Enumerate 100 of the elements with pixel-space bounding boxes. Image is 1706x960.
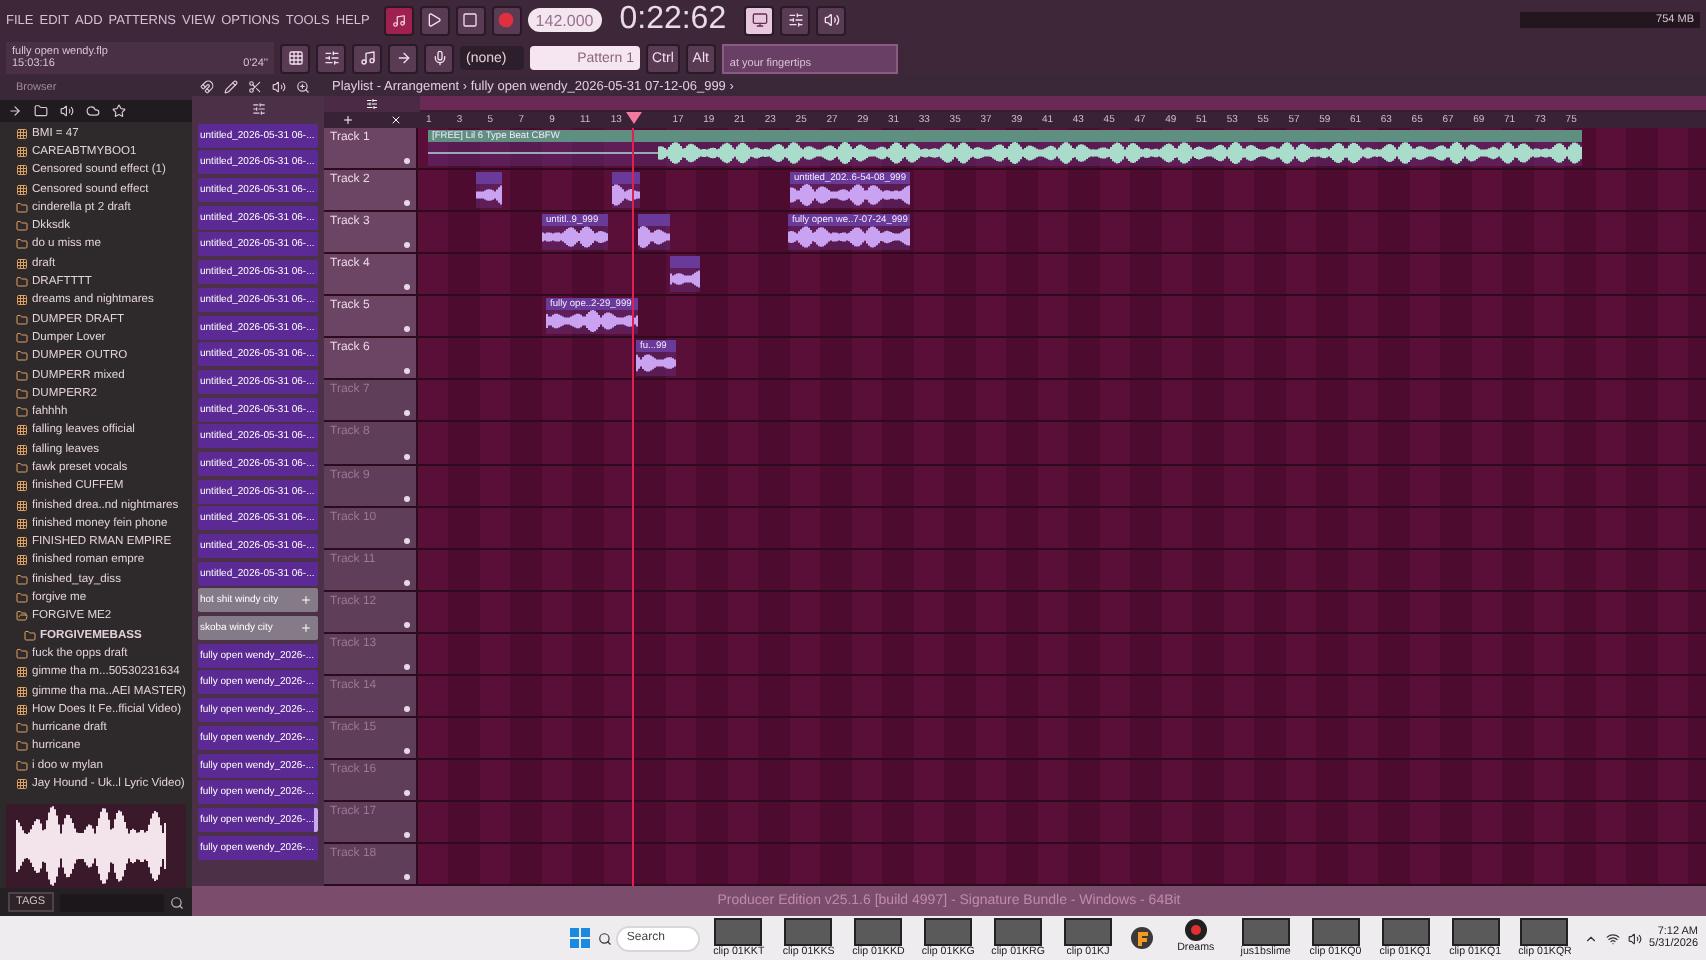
grid-icon	[16, 703, 28, 716]
play-icon	[426, 12, 443, 28]
folder-icon	[16, 369, 28, 381]
grid-icon	[16, 145, 28, 158]
grid-icon	[16, 294, 28, 307]
tempo-field[interactable]: 142.000	[527, 8, 602, 32]
speaker-icon	[823, 12, 840, 28]
grid-icon	[16, 666, 28, 679]
toolbar-button[interactable]	[816, 5, 847, 35]
speaker-icon[interactable]	[60, 104, 74, 118]
grid-icon	[16, 480, 28, 493]
thumbnail-placeholder	[924, 918, 973, 946]
toolbar-button[interactable]	[388, 43, 418, 73]
stop-icon	[462, 12, 479, 28]
audio-clip[interactable]	[612, 172, 640, 209]
zoom-icon[interactable]	[296, 79, 310, 93]
folder-icon	[16, 722, 28, 735]
cloud-icon[interactable]	[86, 104, 100, 118]
sliders-icon[interactable]	[366, 98, 378, 110]
waveform-drawing	[476, 184, 502, 207]
speaker-icon[interactable]	[1627, 931, 1642, 945]
record-icon	[498, 12, 515, 28]
overview-scrollbar[interactable]	[420, 96, 1706, 112]
note-icon	[391, 13, 406, 27]
plus-icon	[300, 594, 312, 607]
note-icon	[359, 50, 375, 66]
folder-icon	[16, 592, 28, 605]
grid-icon	[16, 536, 28, 549]
speaker-icon[interactable]	[272, 79, 286, 93]
monitor-icon	[751, 12, 768, 28]
magnet-icon[interactable]	[200, 79, 214, 93]
grid-icon	[16, 164, 28, 177]
folder-icon	[16, 610, 28, 623]
search-icon[interactable]	[598, 931, 613, 945]
sliders-icon[interactable]	[251, 101, 265, 115]
grid-icon	[16, 778, 28, 791]
thumbnail-placeholder	[1520, 918, 1569, 946]
waveform-drawing	[542, 226, 608, 249]
toolbar-button[interactable]	[424, 43, 454, 73]
thumbnail-placeholder	[1451, 918, 1500, 946]
audio-clip[interactable]	[638, 214, 670, 251]
toolbar-button[interactable]	[744, 5, 775, 35]
song-time: 0:22:62	[619, 2, 727, 38]
microphone-icon	[431, 50, 447, 66]
play-button[interactable]	[419, 5, 450, 35]
sliders-icon	[323, 50, 339, 66]
folder-icon	[16, 647, 28, 660]
record-button[interactable]	[491, 5, 522, 35]
folder-icon	[16, 313, 28, 326]
sliders-icon	[787, 12, 804, 28]
app-logo-icon	[1183, 918, 1208, 942]
thumbnail-placeholder	[714, 918, 763, 946]
thumbnail-placeholder	[1381, 918, 1430, 946]
scissors-icon[interactable]	[248, 79, 262, 93]
folder-icon	[16, 387, 28, 400]
chevron-up-icon[interactable]	[1583, 931, 1598, 945]
search-icon[interactable]	[170, 895, 184, 909]
thumbnail-placeholder	[1311, 918, 1360, 946]
toolbar-button[interactable]	[780, 5, 811, 35]
thumbnail-placeholder	[784, 918, 833, 946]
grid-icon	[16, 127, 28, 140]
grid-icon	[16, 685, 28, 698]
stop-button[interactable]	[455, 5, 486, 35]
pencil-icon[interactable]	[224, 79, 238, 93]
plus-icon	[300, 622, 312, 635]
folder-icon	[24, 629, 36, 642]
grid-icon	[16, 424, 28, 437]
wifi-icon[interactable]	[1605, 931, 1620, 945]
arrow-icon[interactable]	[8, 104, 22, 118]
arrow-icon	[395, 50, 411, 66]
folder-icon	[16, 201, 28, 214]
audio-clip[interactable]	[670, 256, 700, 293]
toolbar-button[interactable]	[280, 43, 310, 73]
pattern-song-toggle[interactable]	[383, 5, 414, 35]
star-icon[interactable]	[112, 104, 126, 118]
folder-icon	[16, 759, 28, 772]
waveform-drawing	[638, 226, 670, 249]
close-icon[interactable]	[390, 114, 402, 126]
grid-icon	[16, 554, 28, 567]
grid-icon	[16, 517, 28, 530]
grid-icon	[16, 257, 28, 270]
folder-icon	[16, 406, 28, 419]
waveform-drawing	[636, 352, 676, 375]
waveform-drawing	[670, 268, 700, 291]
folder-icon	[16, 276, 28, 289]
waveform-drawing	[546, 310, 638, 333]
toolbar-button[interactable]	[352, 43, 382, 73]
audio-clip[interactable]	[476, 172, 502, 209]
grid-icon	[16, 183, 28, 196]
folder-icon	[16, 740, 28, 753]
grid-icon	[287, 50, 303, 66]
waveform-drawing	[790, 184, 910, 207]
start-button[interactable]	[568, 924, 593, 952]
plus-icon[interactable]	[342, 114, 354, 126]
folder-icon	[16, 461, 28, 474]
windows-logo-icon	[570, 928, 591, 948]
folder-icon	[16, 331, 28, 344]
toolbar-button[interactable]	[316, 43, 346, 73]
folder-icon[interactable]	[34, 104, 48, 118]
thumbnail-placeholder	[1063, 918, 1112, 946]
